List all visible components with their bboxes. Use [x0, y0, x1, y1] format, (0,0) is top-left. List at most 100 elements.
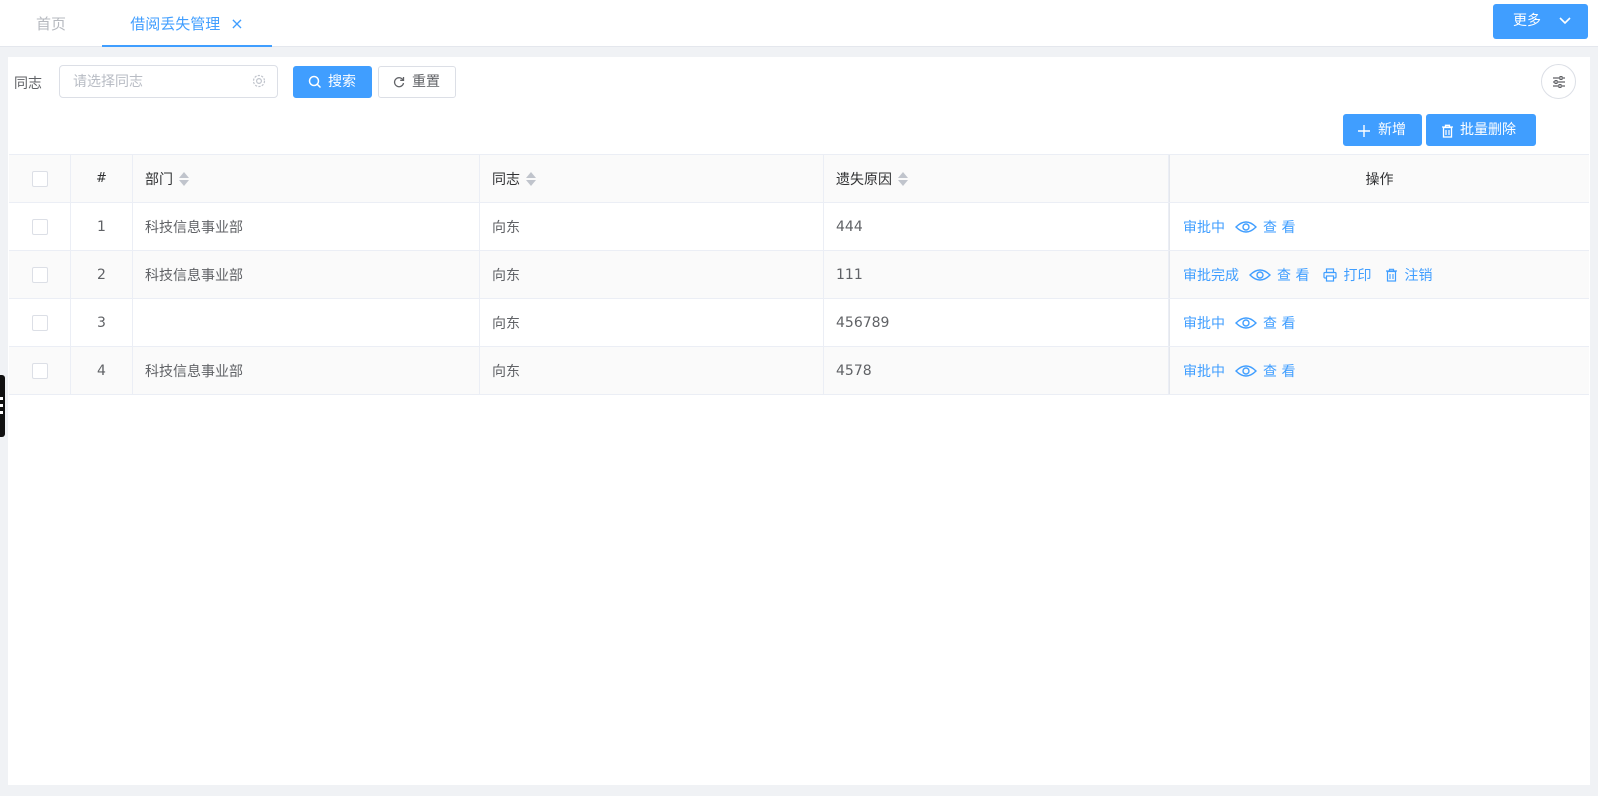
main-panel: 同志 搜索 重置 新增 批量删除 # 部门 同志: [8, 57, 1590, 785]
row-dept: [133, 299, 480, 346]
view-link[interactable]: 查 看: [1235, 361, 1295, 381]
row-ops: 审批完成 查 看 打印 注销: [1169, 251, 1589, 298]
search-button[interactable]: 搜索: [293, 66, 372, 98]
add-button-label: 新增: [1378, 122, 1406, 138]
view-link[interactable]: 查 看: [1249, 265, 1309, 285]
header-dept-label: 部门: [145, 171, 173, 188]
gear-icon: [252, 74, 266, 88]
table-row: 1 科技信息事业部 向东 444 审批中 查 看: [9, 203, 1589, 251]
view-link-label: 查 看: [1263, 315, 1296, 332]
row-reason: 4578: [824, 347, 1169, 394]
filter-label: 同志: [14, 76, 42, 92]
table-header: # 部门 同志 遗失原因 操作: [9, 154, 1589, 203]
table-row: 2 科技信息事业部 向东 111 审批完成 查 看 打印 注销: [9, 251, 1589, 299]
row-checkbox[interactable]: [31, 362, 48, 379]
row-checkbox-cell: [9, 299, 71, 346]
row-name: 向东: [480, 251, 824, 298]
header-ops: 操作: [1169, 155, 1589, 202]
more-button[interactable]: 更多: [1493, 4, 1588, 39]
row-checkbox-cell: [9, 347, 71, 394]
row-index: 1: [71, 203, 133, 250]
row-ops: 审批中 查 看: [1169, 347, 1589, 394]
eye-icon: [1235, 220, 1257, 233]
table-row: 3 向东 456789 审批中 查 看: [9, 299, 1589, 347]
cancel-link-label: 注销: [1404, 267, 1433, 284]
search-icon: [308, 75, 322, 89]
more-button-label: 更多: [1513, 13, 1541, 29]
row-index: 3: [71, 299, 133, 346]
status-link[interactable]: 审批中: [1183, 217, 1225, 237]
sidebar-toggle-handle[interactable]: [0, 375, 5, 437]
row-reason: 444: [824, 203, 1169, 250]
table-row: 4 科技信息事业部 向东 4578 审批中 查 看: [9, 347, 1589, 395]
row-checkbox[interactable]: [31, 314, 48, 331]
header-index: #: [71, 155, 133, 202]
close-icon[interactable]: ×: [230, 14, 243, 33]
tab-home[interactable]: 首页: [36, 0, 66, 47]
eye-icon: [1235, 364, 1257, 377]
print-link[interactable]: 打印: [1323, 265, 1371, 285]
view-link[interactable]: 查 看: [1235, 313, 1295, 333]
status-link[interactable]: 审批中: [1183, 313, 1225, 333]
handle-dot: [0, 404, 3, 407]
row-dept: 科技信息事业部: [133, 251, 480, 298]
header-reason-label: 遗失原因: [836, 171, 892, 188]
row-name: 向东: [480, 347, 824, 394]
sliders-icon: [1553, 76, 1565, 88]
row-ops: 审批中 查 看: [1169, 299, 1589, 346]
search-button-label: 搜索: [328, 74, 356, 90]
row-checkbox[interactable]: [31, 218, 48, 235]
sort-icon[interactable]: [526, 171, 536, 187]
row-index: 4: [71, 347, 133, 394]
reset-button-label: 重置: [412, 74, 440, 90]
reset-button[interactable]: 重置: [378, 66, 456, 98]
cancel-link[interactable]: 注销: [1385, 265, 1432, 285]
header-checkbox-cell: [9, 155, 71, 202]
add-button[interactable]: 新增: [1343, 114, 1422, 146]
trash-icon: [1386, 268, 1398, 282]
printer-icon: [1323, 267, 1338, 282]
sort-icon[interactable]: [179, 171, 189, 187]
handle-dot: [0, 411, 3, 414]
trash-icon: [1442, 124, 1453, 138]
refresh-icon: [393, 77, 405, 88]
row-reason: 456789: [824, 299, 1169, 346]
row-checkbox-cell: [9, 251, 71, 298]
view-link[interactable]: 查 看: [1235, 217, 1295, 237]
row-reason: 111: [824, 251, 1169, 298]
status-link[interactable]: 审批中: [1183, 361, 1225, 381]
batch-delete-button-label: 批量删除: [1460, 122, 1516, 138]
eye-icon: [1235, 316, 1257, 329]
column-settings-button[interactable]: [1541, 64, 1576, 99]
batch-delete-button[interactable]: 批量删除: [1426, 114, 1536, 146]
chevron-down-icon: [1559, 17, 1571, 25]
header-name[interactable]: 同志: [480, 155, 824, 202]
row-checkbox-cell: [9, 203, 71, 250]
tab-borrow-loss-management[interactable]: 借阅丢失管理 ×: [102, 0, 272, 47]
view-link-label: 查 看: [1277, 267, 1310, 284]
plus-icon: [1358, 125, 1370, 137]
comrade-select[interactable]: [59, 65, 278, 98]
data-table: # 部门 同志 遗失原因 操作 1 科技信息事业部 向东 444 审批中 查 看…: [9, 154, 1589, 395]
row-dept: 科技信息事业部: [133, 347, 480, 394]
handle-dot: [0, 397, 3, 400]
row-dept: 科技信息事业部: [133, 203, 480, 250]
header-reason[interactable]: 遗失原因: [824, 155, 1169, 202]
sort-icon[interactable]: [898, 171, 908, 187]
status-link[interactable]: 审批完成: [1183, 265, 1239, 285]
row-ops: 审批中 查 看: [1169, 203, 1589, 250]
tab-label: 借阅丢失管理: [130, 15, 221, 33]
select-all-checkbox[interactable]: [31, 170, 48, 187]
view-link-label: 查 看: [1263, 363, 1296, 380]
row-checkbox[interactable]: [31, 266, 48, 283]
tab-bar: 首页 借阅丢失管理 × 更多: [0, 0, 1598, 47]
header-name-label: 同志: [492, 171, 520, 188]
eye-icon: [1249, 268, 1271, 281]
print-link-label: 打印: [1343, 267, 1372, 284]
comrade-select-input[interactable]: [71, 73, 245, 91]
row-index: 2: [71, 251, 133, 298]
row-name: 向东: [480, 299, 824, 346]
row-name: 向东: [480, 203, 824, 250]
header-dept[interactable]: 部门: [133, 155, 480, 202]
view-link-label: 查 看: [1263, 219, 1296, 236]
